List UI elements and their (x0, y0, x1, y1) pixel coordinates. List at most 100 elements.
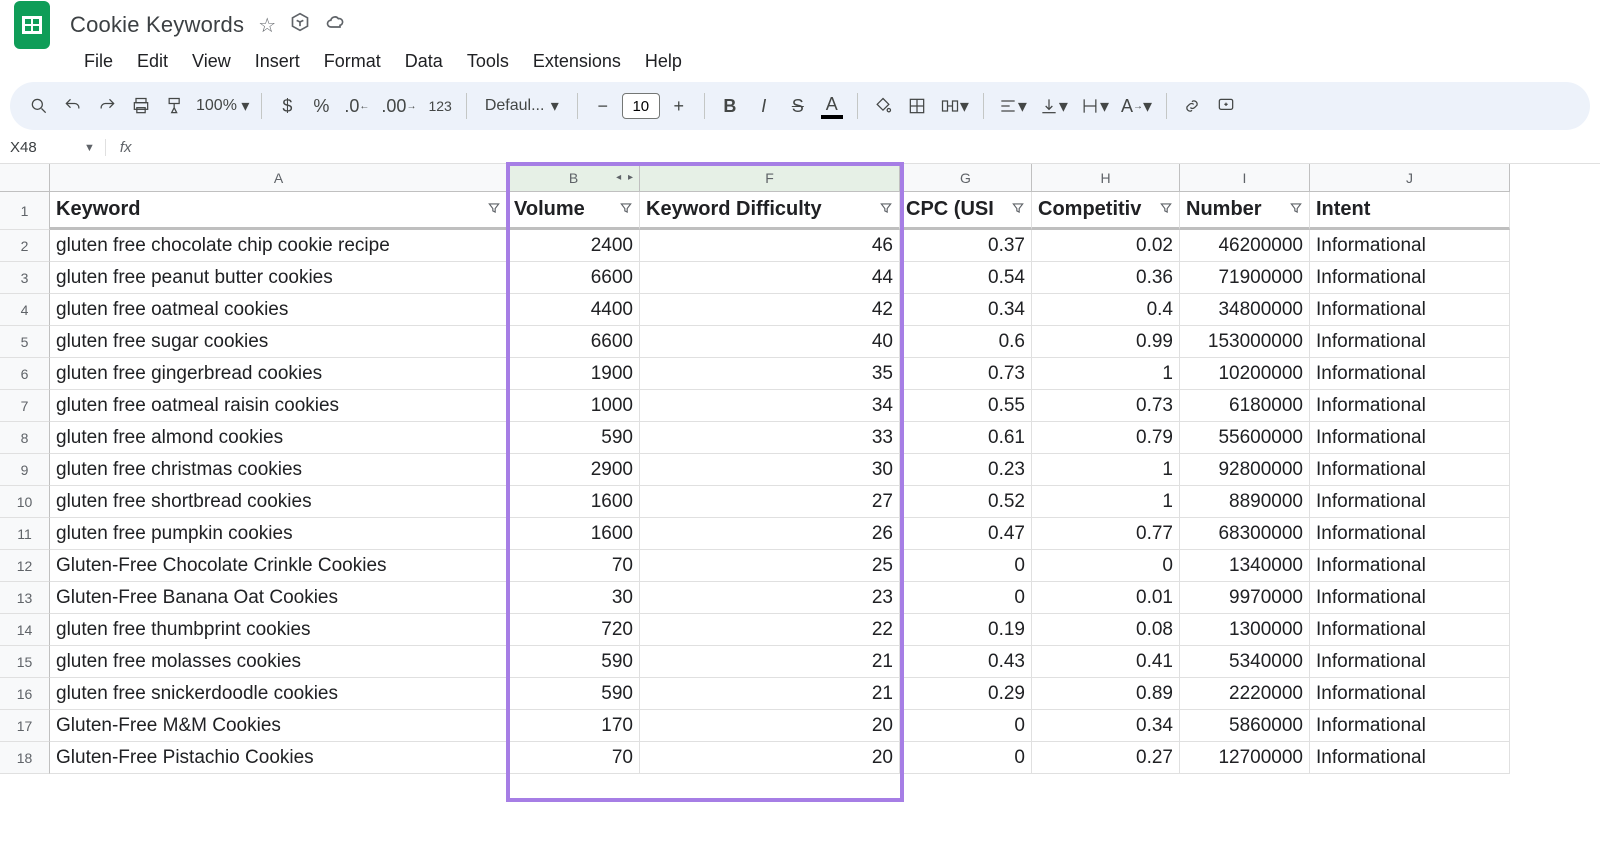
cell-intent[interactable]: Informational (1310, 742, 1510, 774)
cell-num[interactable]: 92800000 (1180, 454, 1310, 486)
cell-cpc[interactable]: 0.6 (900, 326, 1032, 358)
cell-difficulty[interactable]: 25 (640, 550, 900, 582)
cell-intent[interactable]: Informational (1310, 358, 1510, 390)
cell-volume[interactable]: 1600 (508, 486, 640, 518)
cell-comp[interactable]: 0.02 (1032, 230, 1180, 262)
cell-cpc[interactable]: 0.73 (900, 358, 1032, 390)
header-cpc[interactable]: CPC (USI (900, 192, 1032, 230)
menu-data[interactable]: Data (393, 45, 455, 78)
cell-volume[interactable]: 30 (508, 582, 640, 614)
cell-num[interactable]: 68300000 (1180, 518, 1310, 550)
cell-num[interactable]: 9970000 (1180, 582, 1310, 614)
cell-num[interactable]: 34800000 (1180, 294, 1310, 326)
cell-volume[interactable]: 2400 (508, 230, 640, 262)
filter-icon[interactable] (619, 198, 633, 221)
cell-keyword[interactable]: Gluten-Free Chocolate Crinkle Cookies (50, 550, 508, 582)
col-header-h[interactable]: H (1032, 164, 1180, 192)
cell-cpc[interactable]: 0 (900, 582, 1032, 614)
cell-intent[interactable]: Informational (1310, 614, 1510, 646)
filter-icon[interactable] (1289, 198, 1303, 221)
cell-volume[interactable]: 590 (508, 646, 640, 678)
increase-font-icon[interactable]: + (664, 90, 694, 122)
cell-intent[interactable]: Informational (1310, 294, 1510, 326)
cell-comp[interactable]: 0.77 (1032, 518, 1180, 550)
header-comp[interactable]: Competitiv (1032, 192, 1180, 230)
zoom-select[interactable]: 100% ▾ (194, 90, 251, 122)
cell-cpc[interactable]: 0 (900, 710, 1032, 742)
borders-icon[interactable] (902, 90, 932, 122)
cell-difficulty[interactable]: 34 (640, 390, 900, 422)
cell-cpc[interactable]: 0.37 (900, 230, 1032, 262)
chevron-down-icon[interactable]: ▼ (84, 142, 95, 154)
cell-cpc[interactable]: 0.19 (900, 614, 1032, 646)
cloud-icon[interactable] (324, 12, 346, 38)
cell-cpc[interactable]: 0.29 (900, 678, 1032, 710)
cell-cpc[interactable]: 0 (900, 550, 1032, 582)
header-keyword[interactable]: Keyword (50, 192, 508, 230)
print-icon[interactable] (126, 90, 156, 122)
cell-num[interactable]: 6180000 (1180, 390, 1310, 422)
filter-icon[interactable] (487, 198, 501, 221)
menu-edit[interactable]: Edit (125, 45, 180, 78)
fill-color-icon[interactable] (868, 90, 898, 122)
document-title[interactable]: Cookie Keywords (70, 12, 244, 38)
cell-keyword[interactable]: gluten free oatmeal raisin cookies (50, 390, 508, 422)
row-header[interactable]: 8 (0, 422, 50, 454)
name-box[interactable]: X48 (10, 139, 60, 156)
row-header[interactable]: 9 (0, 454, 50, 486)
cell-cpc[interactable]: 0.61 (900, 422, 1032, 454)
col-header-b[interactable]: B◂ ▸ (508, 164, 640, 192)
cell-difficulty[interactable]: 20 (640, 710, 900, 742)
cell-comp[interactable]: 1 (1032, 486, 1180, 518)
row-header[interactable]: 4 (0, 294, 50, 326)
cell-keyword[interactable]: Gluten-Free Banana Oat Cookies (50, 582, 508, 614)
cell-volume[interactable]: 1900 (508, 358, 640, 390)
cell-volume[interactable]: 70 (508, 550, 640, 582)
cell-difficulty[interactable]: 21 (640, 678, 900, 710)
row-header[interactable]: 15 (0, 646, 50, 678)
header-intent[interactable]: Intent (1310, 192, 1510, 230)
cell-comp[interactable]: 0.79 (1032, 422, 1180, 454)
cell-cpc[interactable]: 0.23 (900, 454, 1032, 486)
cell-comp[interactable]: 0.41 (1032, 646, 1180, 678)
cell-cpc[interactable]: 0.34 (900, 294, 1032, 326)
cell-difficulty[interactable]: 26 (640, 518, 900, 550)
cell-difficulty[interactable]: 44 (640, 262, 900, 294)
menu-help[interactable]: Help (633, 45, 694, 78)
row-header[interactable]: 14 (0, 614, 50, 646)
menu-tools[interactable]: Tools (455, 45, 521, 78)
cell-difficulty[interactable]: 35 (640, 358, 900, 390)
decrease-font-icon[interactable]: − (588, 90, 618, 122)
cell-intent[interactable]: Informational (1310, 486, 1510, 518)
cell-intent[interactable]: Informational (1310, 390, 1510, 422)
cell-num[interactable]: 5860000 (1180, 710, 1310, 742)
insert-link-icon[interactable] (1177, 90, 1207, 122)
currency-icon[interactable]: $ (272, 90, 302, 122)
cell-comp[interactable]: 0.99 (1032, 326, 1180, 358)
filter-icon[interactable] (1159, 198, 1173, 221)
cell-cpc[interactable]: 0.55 (900, 390, 1032, 422)
formula-input[interactable] (132, 132, 1590, 163)
strikethrough-icon[interactable]: S (783, 90, 813, 122)
row-header[interactable]: 2 (0, 230, 50, 262)
menu-format[interactable]: Format (312, 45, 393, 78)
cell-difficulty[interactable]: 46 (640, 230, 900, 262)
cell-difficulty[interactable]: 40 (640, 326, 900, 358)
cell-volume[interactable]: 1600 (508, 518, 640, 550)
star-icon[interactable]: ☆ (258, 13, 276, 38)
row-header[interactable]: 18 (0, 742, 50, 774)
cell-intent[interactable]: Informational (1310, 550, 1510, 582)
horizontal-align-icon[interactable]: ▾ (994, 90, 1031, 122)
cell-comp[interactable]: 0.34 (1032, 710, 1180, 742)
col-header-g[interactable]: G (900, 164, 1032, 192)
cell-intent[interactable]: Informational (1310, 710, 1510, 742)
cell-intent[interactable]: Informational (1310, 646, 1510, 678)
cell-intent[interactable]: Informational (1310, 582, 1510, 614)
cell-difficulty[interactable]: 30 (640, 454, 900, 486)
menu-insert[interactable]: Insert (243, 45, 312, 78)
column-group-toggle[interactable]: ◂ ▸ (616, 172, 635, 183)
cell-keyword[interactable]: gluten free shortbread cookies (50, 486, 508, 518)
header-difficulty[interactable]: Keyword Difficulty (640, 192, 900, 230)
cell-comp[interactable]: 0.01 (1032, 582, 1180, 614)
cell-intent[interactable]: Informational (1310, 678, 1510, 710)
